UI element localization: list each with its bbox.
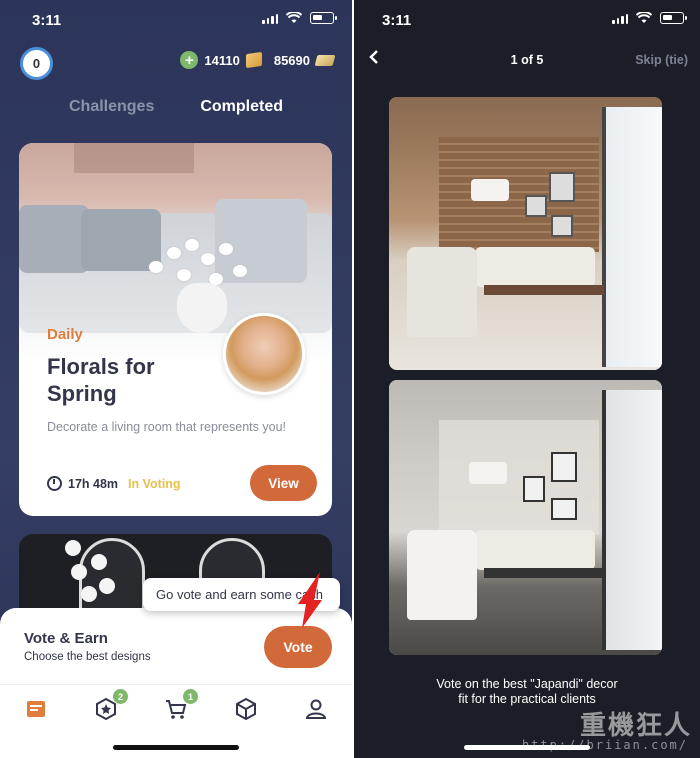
- status-bar: 3:11: [0, 0, 352, 40]
- vote-earn-subtitle: Choose the best designs: [24, 651, 151, 663]
- design-option-2[interactable]: [389, 380, 662, 655]
- vote-earn-title: Vote & Earn: [24, 630, 108, 647]
- favorites-badge: 2: [113, 689, 128, 704]
- tab-completed[interactable]: Completed: [200, 98, 283, 116]
- wifi-icon: [636, 12, 652, 23]
- timer-value: 17h 48m: [68, 476, 119, 491]
- challenge-category: Daily: [47, 326, 83, 343]
- vote-button[interactable]: Vote: [264, 626, 332, 668]
- bottom-tab-bar: 2 1: [0, 684, 352, 758]
- watermark-url: http://briian.com/: [521, 738, 688, 752]
- design-option-1[interactable]: [389, 97, 662, 370]
- currency-bar: + 14110 85690: [180, 51, 336, 69]
- status-badge: In Voting: [128, 476, 181, 491]
- screenshot-canvas: 3:11 0 + 14110 85690 Challenges Complete…: [0, 0, 700, 758]
- home-indicator: [113, 745, 239, 750]
- level-badge[interactable]: 0: [20, 47, 53, 80]
- coins-icon: [245, 51, 262, 69]
- tab-challenges[interactable]: Challenges: [69, 98, 154, 116]
- status-time: 3:11: [382, 12, 412, 29]
- challenge-description: Decorate a living room that represents y…: [47, 420, 287, 434]
- vote-prompt-line-1: Vote on the best "Japandi" decor: [436, 677, 618, 691]
- signal-icon: [612, 13, 628, 24]
- gold-bar-icon: [314, 54, 336, 66]
- challenges-screen: 3:11 0 + 14110 85690 Challenges Complete…: [0, 0, 352, 758]
- watermark-brand: 重機狂人: [579, 711, 692, 741]
- box-icon[interactable]: [234, 697, 258, 721]
- challenge-timer: 17h 48m In Voting: [47, 476, 181, 491]
- clock-icon: [47, 476, 62, 491]
- red-arrow-annotation: [298, 572, 322, 628]
- challenges-tab-icon[interactable]: [24, 697, 48, 721]
- status-time: 3:11: [32, 12, 62, 29]
- voting-screen: 3:11 1 of 5 Skip (tie) Vote on the best …: [354, 0, 700, 758]
- vote-prompt: Vote on the best "Japandi" decor fit for…: [354, 677, 700, 707]
- status-icons: [262, 12, 337, 24]
- status-icons: [612, 12, 687, 24]
- view-button[interactable]: View: [250, 465, 317, 501]
- challenge-title: Florals for Spring: [47, 354, 155, 406]
- skip-tie-button[interactable]: Skip (tie): [635, 53, 688, 67]
- wifi-icon: [286, 12, 302, 23]
- battery-icon: [310, 12, 337, 24]
- coins-value: 14110: [204, 52, 240, 68]
- tab-favorites[interactable]: 2: [94, 689, 128, 721]
- battery-icon: [660, 12, 687, 24]
- challenge-tabs: Challenges Completed: [0, 98, 352, 116]
- client-avatar: [223, 313, 305, 395]
- cart-badge: 1: [183, 689, 198, 704]
- status-bar: 3:11: [354, 0, 700, 40]
- profile-icon[interactable]: [304, 697, 328, 721]
- challenge-card[interactable]: Daily Florals for Spring Decorate a livi…: [19, 143, 332, 516]
- gold-value: 85690: [273, 52, 310, 68]
- tab-cart[interactable]: 1: [164, 689, 198, 721]
- add-currency-icon[interactable]: +: [180, 51, 199, 69]
- signal-icon: [262, 13, 278, 24]
